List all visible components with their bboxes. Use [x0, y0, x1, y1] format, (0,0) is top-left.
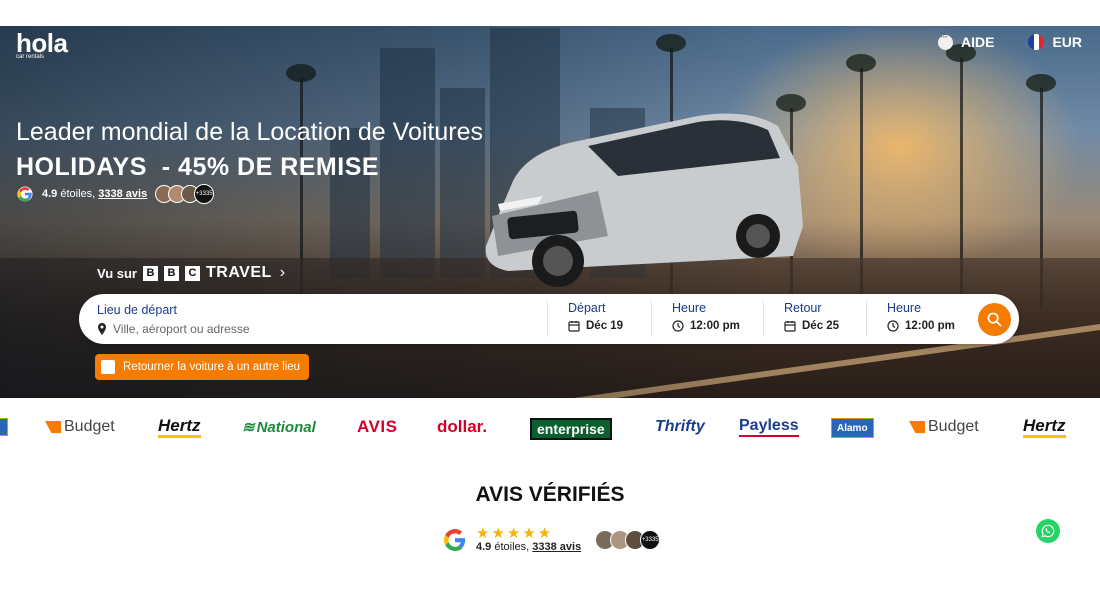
location-pin-icon [98, 322, 106, 335]
building [380, 48, 435, 278]
hertz-logo: Hertz [158, 413, 201, 441]
pickup-location-field[interactable]: Lieu de départ Ville, aéroport ou adress… [79, 303, 547, 336]
partner-brands: Budget Hertz ≋ National AVIS dollar. ente… [0, 413, 1100, 441]
rating-text: 4.9 étoiles, 3338 avis [42, 188, 147, 200]
brand-name: Hertz [158, 416, 201, 438]
rating-score: 4.9 [42, 188, 58, 200]
departure-time-label: Heure [672, 301, 707, 315]
budget-logo: Budget [45, 413, 115, 441]
brand-name: Alamo [837, 422, 868, 434]
reviews-count-link[interactable]: 3338 avis [532, 541, 581, 553]
avatar-count: +3335 [194, 184, 215, 204]
hero-headline: Leader mondial de la Location de Voiture… [16, 118, 483, 146]
brand-name: Budget [64, 418, 115, 435]
national-logo: ≋ National [242, 418, 316, 437]
seen-on-label: Vu sur [97, 265, 137, 281]
star-rating: ★★★★★ [476, 525, 554, 542]
reviews-score: 4.9 [476, 541, 492, 553]
bbc-logo-letter: B [163, 265, 179, 281]
departure-date-field[interactable]: Départ Déc 19 [547, 301, 651, 337]
budget-mark-icon [45, 421, 61, 433]
clock-icon [672, 320, 684, 332]
brand-name: AVIS [357, 417, 398, 436]
currency-label: EUR [1052, 34, 1082, 50]
departure-date-label: Départ [568, 301, 606, 315]
pickup-input[interactable]: Ville, aéroport ou adresse [113, 322, 250, 336]
clock-icon [887, 320, 899, 332]
brand-name: enterprise [537, 421, 605, 437]
thrifty-logo: Thrifty [655, 413, 705, 441]
budget-mark-icon [909, 421, 925, 433]
verified-reviews-summary: ★★★★★ 4.9 étoiles, 3338 avis +3335 [444, 525, 661, 553]
hero-rating: 4.9 étoiles, 3338 avis +3335 [16, 184, 215, 204]
alamo-logo: Alamo [831, 418, 874, 438]
google-icon [444, 528, 466, 551]
brand-name: Budget [928, 418, 979, 435]
departure-date-value: Déc 19 [586, 320, 624, 332]
calendar-icon [568, 321, 580, 332]
hero-promo: HOLIDAYS - 45% DE REMISE [16, 153, 380, 181]
return-date-label: Retour [784, 301, 822, 315]
reviews-text: 4.9 étoiles, 3338 avis [476, 541, 581, 553]
search-icon [987, 312, 1002, 327]
reviewer-avatars: +3335 [155, 184, 215, 204]
return-time-field[interactable]: Heure 12:00 pm [866, 301, 966, 337]
rating-suffix: étoiles, [57, 188, 99, 200]
payless-logo: Payless [739, 413, 799, 441]
bbc-travel-link[interactable]: Vu sur B B C TRAVEL › [97, 264, 285, 282]
enterprise-logo: enterprise [530, 418, 612, 440]
return-time-label: Heure [887, 301, 922, 315]
brand-name: dollar. [437, 417, 488, 436]
return-time-value: 12:00 pm [905, 320, 955, 332]
avis-logo: AVIS [357, 413, 397, 441]
calendar-icon [784, 321, 796, 332]
search-bar: Lieu de départ Ville, aéroport ou adress… [79, 294, 1019, 344]
dollar-logo: dollar. [437, 413, 487, 441]
chat-icon [937, 32, 953, 50]
hero-banner: hola car rentals AIDE EUR Leader mondial… [0, 26, 1100, 398]
avatar-count: +3335 [640, 529, 661, 550]
minivan-image [485, 113, 803, 287]
reviewer-avatars: +3335 [595, 529, 661, 550]
help-link[interactable]: AIDE [937, 32, 995, 50]
palm-tree [846, 54, 876, 308]
departure-time-value: 12:00 pm [690, 320, 740, 332]
palm-tree [286, 64, 316, 308]
return-other-location-checkbox[interactable] [101, 360, 115, 374]
building [330, 128, 370, 278]
chevron-right-icon: › [279, 264, 286, 281]
rating-count-link[interactable]: 3338 avis [98, 188, 147, 200]
return-date-value: Déc 25 [802, 320, 840, 332]
palm-tree [1026, 74, 1056, 308]
brand-name: Hertz [1023, 416, 1066, 438]
top-nav: AIDE EUR [937, 32, 1082, 50]
return-other-location-label: Retourner la voiture à un autre lieu [123, 361, 301, 373]
reviews-suffix: étoiles, [491, 541, 533, 553]
france-flag-icon [1028, 34, 1045, 50]
budget-logo: Budget [909, 413, 979, 441]
hola-logo[interactable]: hola car rentals [16, 28, 68, 60]
brand-name: Thrifty [655, 418, 705, 435]
bbc-logo-letter: C [184, 265, 200, 281]
brand-name: National [256, 418, 316, 436]
help-label: AIDE [960, 34, 995, 50]
hertz-logo: Hertz [1023, 413, 1066, 441]
travel-label: TRAVEL [205, 264, 272, 281]
bbc-logo-letter: B [142, 265, 158, 281]
palm-tree [946, 44, 976, 308]
google-icon [17, 186, 33, 202]
whatsapp-button[interactable] [1036, 519, 1060, 543]
pickup-label: Lieu de départ [97, 302, 177, 317]
logo-wordmark: hola [16, 28, 68, 58]
return-date-field[interactable]: Retour Déc 25 [763, 301, 866, 337]
reviews-title: AVIS VÉRIFIÉS [475, 483, 625, 506]
alamo-logo-partial [0, 418, 8, 436]
brand-name: Payless [739, 417, 799, 437]
whatsapp-icon [1041, 524, 1055, 538]
departure-time-field[interactable]: Heure 12:00 pm [651, 301, 763, 337]
search-button[interactable] [978, 303, 1011, 336]
currency-selector[interactable]: EUR [1028, 34, 1082, 50]
return-other-location-toggle[interactable]: Retourner la voiture à un autre lieu [95, 354, 310, 380]
